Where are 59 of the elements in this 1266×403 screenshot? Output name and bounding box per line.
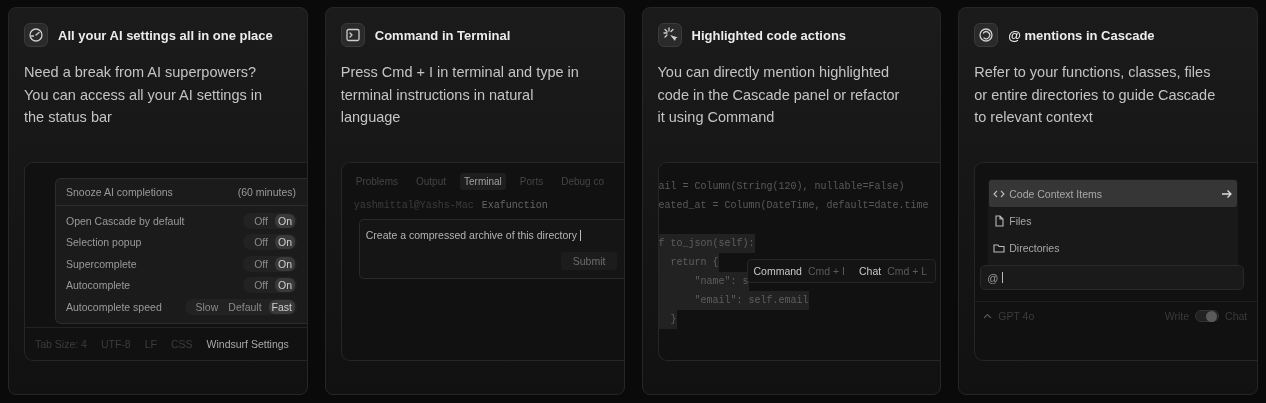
terminal-icon: [344, 27, 361, 43]
option[interactable]: Default: [225, 299, 265, 314]
shortcut-hint: Cmd + L: [887, 265, 928, 277]
chevron-up-icon: [983, 313, 993, 319]
segmented-control[interactable]: Off On: [243, 255, 297, 272]
cursor-click-icon: [661, 27, 678, 43]
input-text: Create a compressed archive of this directory: [365, 229, 577, 241]
option[interactable]: Slow: [192, 299, 222, 314]
option[interactable]: Off: [251, 213, 271, 228]
option[interactable]: Fast: [268, 299, 295, 314]
prompt-directory: Exafunction: [481, 200, 548, 211]
card-title: Command in Terminal: [374, 27, 511, 43]
input-text: @: [987, 271, 999, 284]
card-title: Highlighted code actions: [691, 27, 847, 43]
submit-button[interactable]: Submit: [560, 252, 618, 270]
option[interactable]: Off: [251, 256, 271, 271]
card-description: Refer to your functions, classes, files or entire directories to guide Cascade to relevant context: [974, 63, 1217, 127]
panel-tab[interactable]: Terminal: [460, 173, 506, 190]
text-cursor: [580, 229, 581, 241]
menu-action[interactable]: Command: [753, 265, 802, 277]
setting-label: Autocomplete: [66, 279, 131, 292]
text-cursor: [1002, 272, 1004, 283]
setting-label: Supercomplete: [66, 257, 137, 270]
setting-label: Open Cascade by default: [66, 214, 185, 227]
setting-label: Autocomplete speed: [66, 300, 162, 313]
segmented-control[interactable]: Slow Default Fast: [184, 298, 297, 315]
setting-label: Selection popup: [66, 236, 142, 249]
card-description: You can directly mention highlighted code in the Cascade panel or refactor it using Command: [657, 63, 901, 127]
segmented-control[interactable]: Off On: [243, 234, 297, 251]
code-line: eated_at = Column(DateTime, default=date.time: [658, 199, 929, 213]
option[interactable]: On: [275, 256, 295, 271]
status-item[interactable]: Windsurf Settings: [206, 338, 289, 350]
segmented-control[interactable]: Off On: [243, 277, 297, 294]
card-description: Need a break from AI superpowers? You can access all your AI settings in the status bar: [24, 63, 264, 127]
option[interactable]: On: [275, 278, 295, 293]
file-icon: [993, 214, 1006, 227]
code-line: ail = Column(String(120), nullable=False): [658, 180, 905, 194]
chat-input[interactable]: @: [980, 265, 1245, 290]
option[interactable]: Off: [251, 278, 271, 293]
setting-label[interactable]: Snooze AI completions: [66, 186, 173, 198]
menu-item[interactable]: Code Context Items: [989, 180, 1238, 207]
segmented-control[interactable]: Off On: [243, 212, 297, 229]
folder-icon: [993, 241, 1006, 254]
shortcut-hint: Cmd + I: [807, 265, 845, 277]
snooze-duration: (60 minutes): [237, 186, 296, 198]
card-title: @ mentions in Cascade: [1008, 27, 1155, 43]
option[interactable]: On: [275, 235, 295, 250]
menu-item[interactable]: Directories: [989, 234, 1238, 261]
option[interactable]: Off: [251, 235, 271, 250]
card-description: Press Cmd + I in terminal and type in terminal instructions in natural language: [340, 63, 580, 127]
mode-toggle[interactable]: [1195, 310, 1220, 322]
option[interactable]: On: [275, 213, 295, 228]
arrow-right-icon: [1221, 187, 1234, 200]
menu-item[interactable]: Files: [989, 207, 1238, 234]
command-input[interactable]: Create a compressed archive of this directory Submit: [358, 219, 624, 279]
menu-action[interactable]: Chat: [859, 265, 882, 277]
gauge-icon: [28, 27, 44, 43]
spiral-icon: [978, 27, 995, 43]
card-title: All your AI settings all in one place: [58, 27, 273, 43]
